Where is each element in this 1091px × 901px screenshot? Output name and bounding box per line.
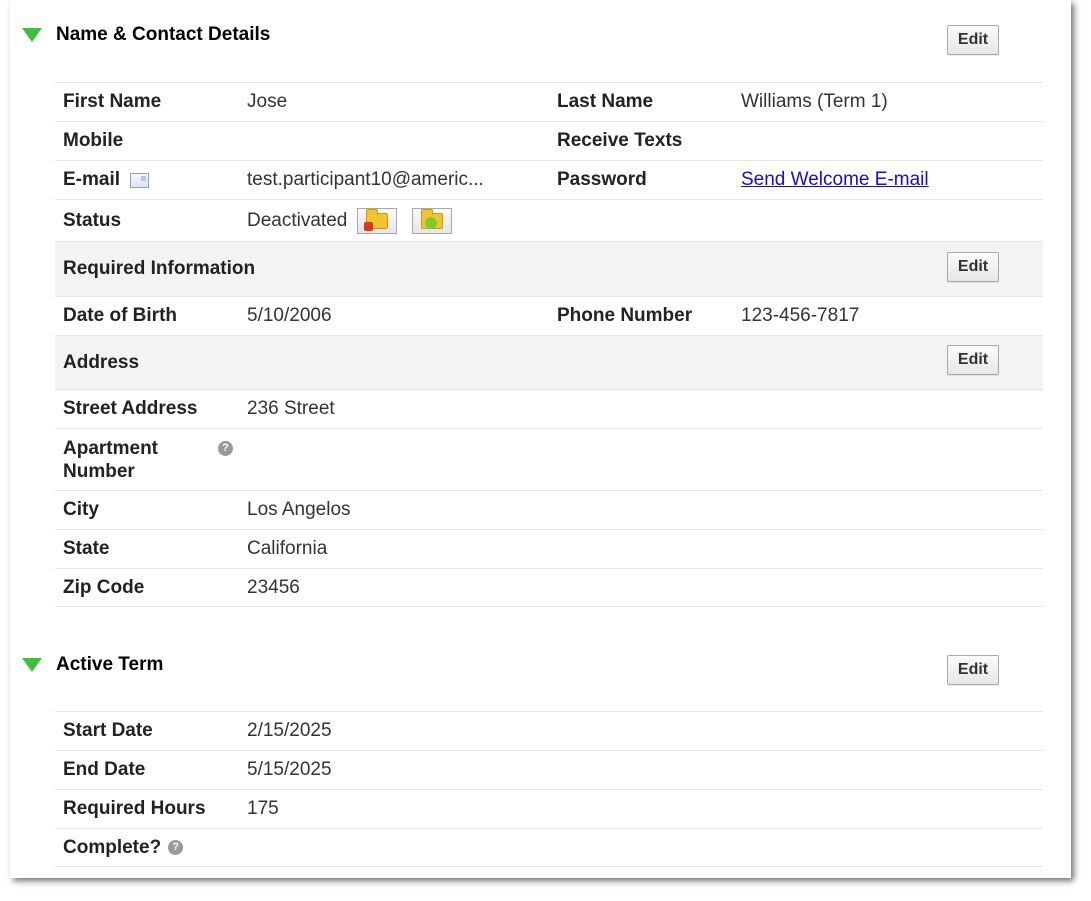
status-label: Status — [63, 209, 122, 231]
required-hours-value: 175 — [247, 798, 279, 819]
expand-triangle-icon[interactable] — [22, 28, 42, 42]
table-row: Status Deactivated — [55, 199, 1043, 241]
state-value: California — [247, 538, 328, 559]
table-row: Apartment Number ? — [55, 428, 1043, 490]
active-term-table: Start Date 2/15/2025 End Date 5/15/2025 … — [55, 711, 1043, 867]
table-row: Start Date 2/15/2025 — [55, 711, 1043, 750]
mobile-label: Mobile — [63, 130, 124, 151]
status-value: Deactivated — [247, 209, 348, 231]
table-row: Zip Code 23456 — [55, 568, 1043, 607]
dob-label: Date of Birth — [63, 305, 177, 326]
last-name-label: Last Name — [557, 91, 654, 112]
password-label: Password — [557, 169, 647, 190]
table-row: State California — [55, 529, 1043, 568]
zip-label: Zip Code — [63, 576, 145, 598]
deactivate-folder-button[interactable] — [357, 207, 398, 234]
section-title: Name & Contact Details — [56, 24, 271, 45]
phone-value: 123-456-7817 — [741, 305, 860, 326]
send-welcome-email-link[interactable]: Send Welcome E-mail — [741, 169, 929, 191]
receive-texts-label: Receive Texts — [557, 130, 683, 151]
table-row: Required Hours 175 — [55, 789, 1043, 828]
status-cell: Deactivated — [247, 200, 453, 241]
phone-label: Phone Number — [557, 305, 693, 326]
help-icon[interactable]: ? — [168, 840, 184, 855]
apartment-label-line1: Apartment — [63, 437, 159, 459]
first-name-label: First Name — [63, 91, 162, 112]
activate-folder-button[interactable] — [412, 207, 453, 234]
section-header-contact[interactable]: Name & Contact Details — [22, 24, 270, 46]
complete-label: Complete? — [63, 836, 162, 858]
edit-address-button[interactable]: Edit — [947, 345, 999, 375]
contact-table: First Name Jose Last Name Williams (Term… — [55, 82, 1043, 607]
first-name-value: Jose — [247, 91, 288, 112]
email-label: E-mail — [63, 169, 121, 190]
zip-value: 23456 — [247, 576, 300, 598]
city-value: Los Angelos — [247, 499, 351, 520]
table-row: E-mail test.participant10@americ... Pass… — [55, 160, 1043, 199]
edit-contact-button[interactable]: Edit — [947, 25, 999, 55]
table-row: Complete? ? — [55, 828, 1043, 867]
table-row: First Name Jose Last Name Williams (Term… — [55, 82, 1043, 121]
expand-triangle-icon[interactable] — [22, 658, 42, 672]
email-value: test.participant10@americ... — [247, 169, 484, 190]
subheader-required-info: Required Information — [55, 241, 1043, 296]
table-row: Mobile Receive Texts — [55, 121, 1043, 160]
send-welcome-email-link-cell: Send Welcome E-mail — [741, 161, 929, 199]
apartment-label-line2: Number — [63, 460, 135, 482]
green-badge-icon — [425, 216, 438, 229]
required-info-title: Required Information — [63, 258, 256, 279]
state-label: State — [63, 538, 110, 559]
email-label-cell: E-mail — [63, 161, 150, 199]
email-card-icon[interactable] — [130, 172, 150, 188]
street-value: 236 Street — [247, 398, 335, 419]
edit-active-term-button[interactable]: Edit — [947, 655, 999, 685]
start-date-label: Start Date — [63, 720, 153, 741]
end-date-value: 5/15/2025 — [247, 759, 332, 780]
apartment-label: Apartment Number — [63, 429, 158, 490]
details-panel: Name & Contact Details Edit First Name J… — [10, 0, 1071, 878]
table-row: Street Address 236 Street — [55, 389, 1043, 428]
dob-value: 5/10/2006 — [247, 305, 332, 326]
address-title: Address — [63, 351, 140, 373]
table-row: End Date 5/15/2025 — [55, 750, 1043, 789]
section-header-active-term[interactable]: Active Term — [22, 654, 163, 676]
apartment-help-cell: ? — [218, 429, 233, 490]
end-date-label: End Date — [63, 759, 146, 780]
subheader-address: Address — [55, 335, 1043, 389]
section-title: Active Term — [56, 654, 164, 675]
city-label: City — [63, 499, 99, 520]
start-date-value: 2/15/2025 — [247, 720, 332, 741]
edit-required-info-button[interactable]: Edit — [947, 252, 999, 282]
table-row: Date of Birth 5/10/2006 Phone Number 123… — [55, 296, 1043, 335]
required-hours-label: Required Hours — [63, 798, 206, 819]
complete-label-cell: Complete? ? — [63, 829, 184, 866]
last-name-value: Williams (Term 1) — [741, 91, 888, 112]
red-badge-icon — [364, 221, 374, 231]
table-row: City Los Angelos — [55, 490, 1043, 529]
street-label: Street Address — [63, 398, 198, 419]
help-icon[interactable]: ? — [218, 441, 233, 456]
